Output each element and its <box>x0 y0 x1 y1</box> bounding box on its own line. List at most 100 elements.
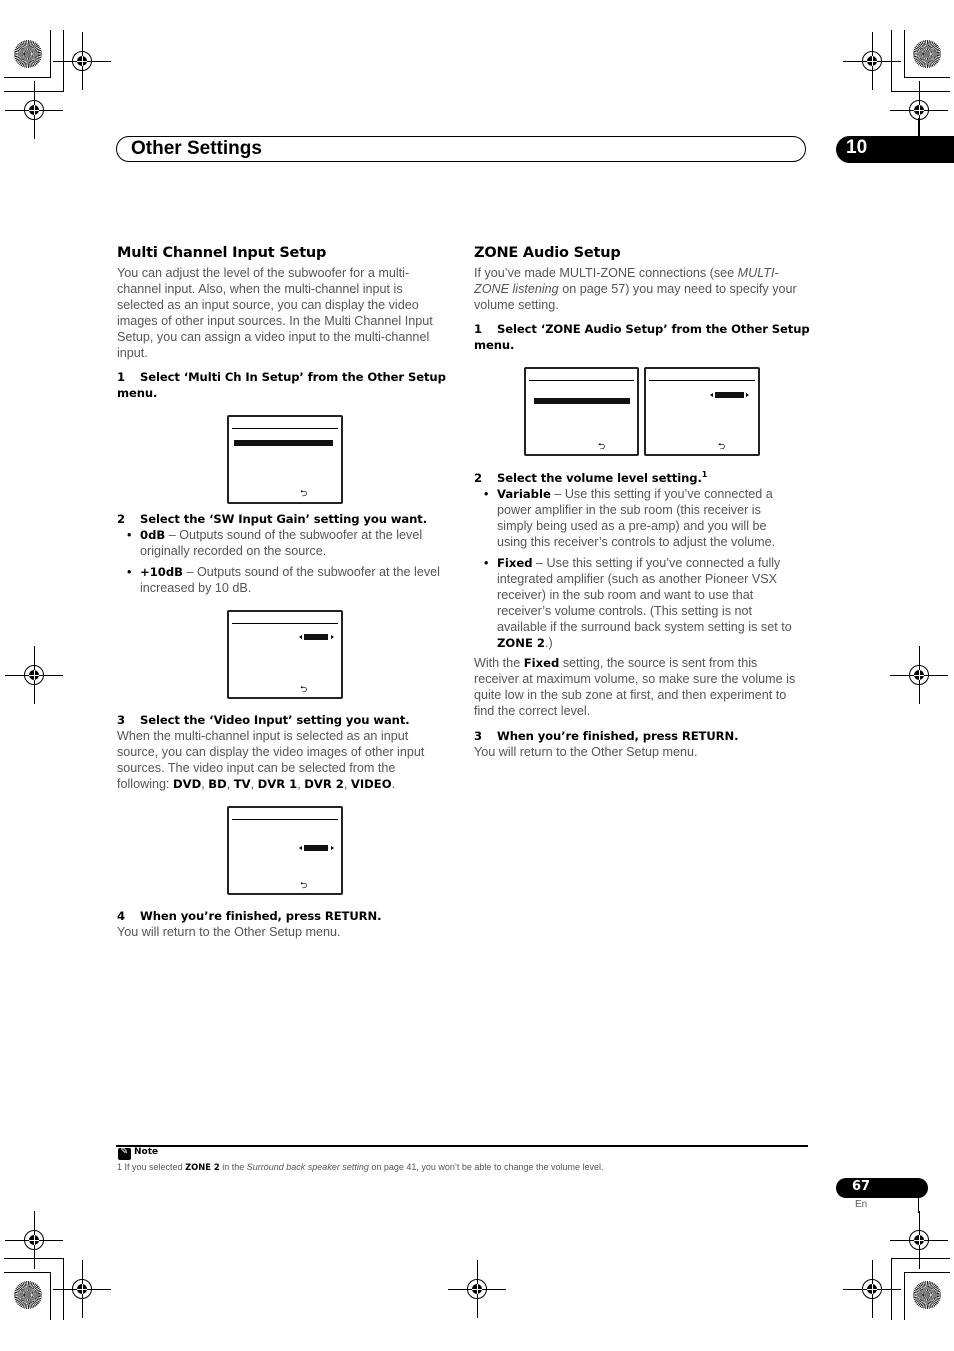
step-number: 4 <box>117 909 125 923</box>
step-number: 1 <box>117 370 125 384</box>
footnote-ref[interactable]: 1 <box>702 470 708 479</box>
zone2-term: ZONE 2 <box>497 636 545 651</box>
bullet-icon: • <box>484 487 489 501</box>
option-desc: integrated amplifier (such as another Pi… <box>497 572 778 587</box>
arrow-right-icon <box>331 635 334 639</box>
option-desc: originally recorded on the source. <box>140 544 327 559</box>
selected-value <box>304 845 328 851</box>
step-3-zone: 3 When you’re finished, press RETURN. <box>474 728 814 744</box>
text-line: You can adjust the level of the subwoofe… <box>117 266 410 280</box>
text-line: input. <box>117 346 148 361</box>
return-icon: ⮌ <box>300 685 308 695</box>
text: setting, the source is sent from this <box>559 656 758 670</box>
bullet-fixed: • Fixed – Use this setting if you’ve con… <box>474 555 814 652</box>
step-1-multi: 1 Select ‘Multi Ch In Setup’ from the Oth… <box>117 369 462 401</box>
page-number-tab: 67 <box>836 1178 928 1198</box>
option-desc: – Outputs sound of the subwoofer at the … <box>165 528 423 542</box>
text-line: sources. The video input can be selected… <box>117 761 396 776</box>
step-text: Select the ‘Video Input’ setting you wan… <box>140 713 410 727</box>
option-video: VIDEO <box>350 777 392 792</box>
osd-screen-zone-menu: ⮌ <box>524 367 639 456</box>
selected-menu-row <box>234 440 333 446</box>
bullet-icon: • <box>127 528 132 542</box>
option-desc: – Use this setting if you’ve connected a… <box>532 556 781 570</box>
step-text: Select the ‘SW Input Gain’ setting you w… <box>140 512 428 526</box>
bullet-0db: • 0dB – Outputs sound of the subwoofer a… <box>117 527 462 559</box>
registration-mark-icon <box>53 1260 111 1318</box>
link-reference: MULTI- <box>737 266 779 280</box>
step-text: menu. <box>474 338 515 352</box>
step-text: Select ‘Multi Ch In Setup’ from the Othe… <box>140 370 446 384</box>
arrow-right-icon <box>331 846 334 850</box>
option-desc: – Use this setting if you’ve connected a <box>550 487 773 501</box>
link-reference: ZONE listening <box>474 282 559 297</box>
chapter-tab: 10 <box>836 136 954 163</box>
arrow-left-icon <box>299 635 302 639</box>
text-line: Setup, you can assign a video input to t… <box>117 330 430 345</box>
option-term: +10dB <box>140 565 183 579</box>
bullet-icon: • <box>127 565 132 579</box>
step-2-zone: 2 Select the volume level setting.1 <box>474 470 814 486</box>
registration-mark-icon <box>5 1211 63 1269</box>
option-desc: using this receiver’s controls to adjust… <box>497 535 776 550</box>
step-text: When you’re finished, press RETURN. <box>140 909 382 923</box>
chapter-number: 10 <box>846 137 868 158</box>
zone2-term: ZONE 2 <box>185 1162 220 1172</box>
step-4-body: You will return to the Other Setup menu. <box>117 925 341 939</box>
step-2-multi: 2 Select the ‘SW Input Gain’ setting you … <box>117 511 462 527</box>
text-line: selected as an input source, you can dis… <box>117 298 419 313</box>
option-desc: – Outputs sound of the subwoofer at the … <box>182 565 440 579</box>
option-desc: receiver) in the sub room and want to us… <box>497 588 754 603</box>
text-line: images of other input sources. In the Mu… <box>117 314 433 329</box>
return-icon: ⮌ <box>718 442 726 452</box>
color-target-icon <box>913 40 941 68</box>
option-dvd: DVD <box>173 777 202 792</box>
separator: , <box>226 777 234 792</box>
arrow-left-icon <box>710 393 713 397</box>
option-desc: receiver’s volume controls. (This settin… <box>497 604 753 619</box>
step-3-multi: 3 Select the ‘Video Input’ setting you wa… <box>117 712 462 728</box>
punctuation: . <box>391 777 396 792</box>
heading-zone-audio-setup: ZONE Audio Setup <box>474 245 621 261</box>
registration-mark-icon <box>5 646 63 704</box>
option-term: 0dB <box>140 528 166 542</box>
selected-value <box>304 634 328 640</box>
fixed-term: Fixed <box>523 656 560 670</box>
return-icon: ⮌ <box>598 442 606 452</box>
step-1-zone: 1 Select ‘ZONE Audio Setup’ from the Othe… <box>474 321 814 353</box>
option-desc: increased by 10 dB. <box>140 581 252 596</box>
text-line: quite low in the sub zone at first, and … <box>474 688 787 703</box>
option-desc: simply being used as a pre-amp) and you … <box>497 519 767 534</box>
multi-channel-intro: You can adjust the level of the subwoofe… <box>117 265 462 362</box>
step-number: 1 <box>474 322 482 336</box>
step-number: 2 <box>474 471 482 485</box>
arrow-right-icon <box>746 393 749 397</box>
text: on page 41, you won’t be able to change … <box>368 1162 604 1172</box>
option-dvr2: DVR 2 <box>304 777 344 792</box>
video-input-description: When the multi-channel input is selected… <box>117 728 462 792</box>
step-text: Select ‘ZONE Audio Setup’ from the Other… <box>497 322 810 336</box>
text-line: source, you can display the video images… <box>117 745 425 760</box>
language-code: En <box>855 1199 868 1210</box>
screen-divider <box>649 380 755 381</box>
text: on page 57) you may need to specify your <box>558 282 797 297</box>
note-divider <box>116 1145 808 1147</box>
bullet-icon: • <box>484 556 489 570</box>
screen-divider <box>232 819 338 820</box>
registration-mark-icon <box>890 646 948 704</box>
option-dvr1: DVR 1 <box>257 777 298 792</box>
color-target-icon <box>913 1281 941 1309</box>
text: in the <box>219 1162 247 1172</box>
section-title: Other Settings <box>131 138 262 159</box>
selected-menu-row <box>534 398 630 404</box>
heading-multi-channel-input-setup: Multi Channel Input Setup <box>117 245 327 261</box>
registration-mark-icon <box>448 1260 506 1318</box>
option-term: Fixed <box>497 556 533 570</box>
screen-divider <box>232 623 338 624</box>
registration-mark-icon <box>890 81 948 139</box>
text-line: When the multi-channel input is selected… <box>117 729 409 743</box>
osd-screen-zone-volume: ⮌ <box>644 367 760 456</box>
color-target-icon <box>14 40 42 68</box>
text-line: volume setting. <box>474 298 559 313</box>
arrow-left-icon <box>299 846 302 850</box>
